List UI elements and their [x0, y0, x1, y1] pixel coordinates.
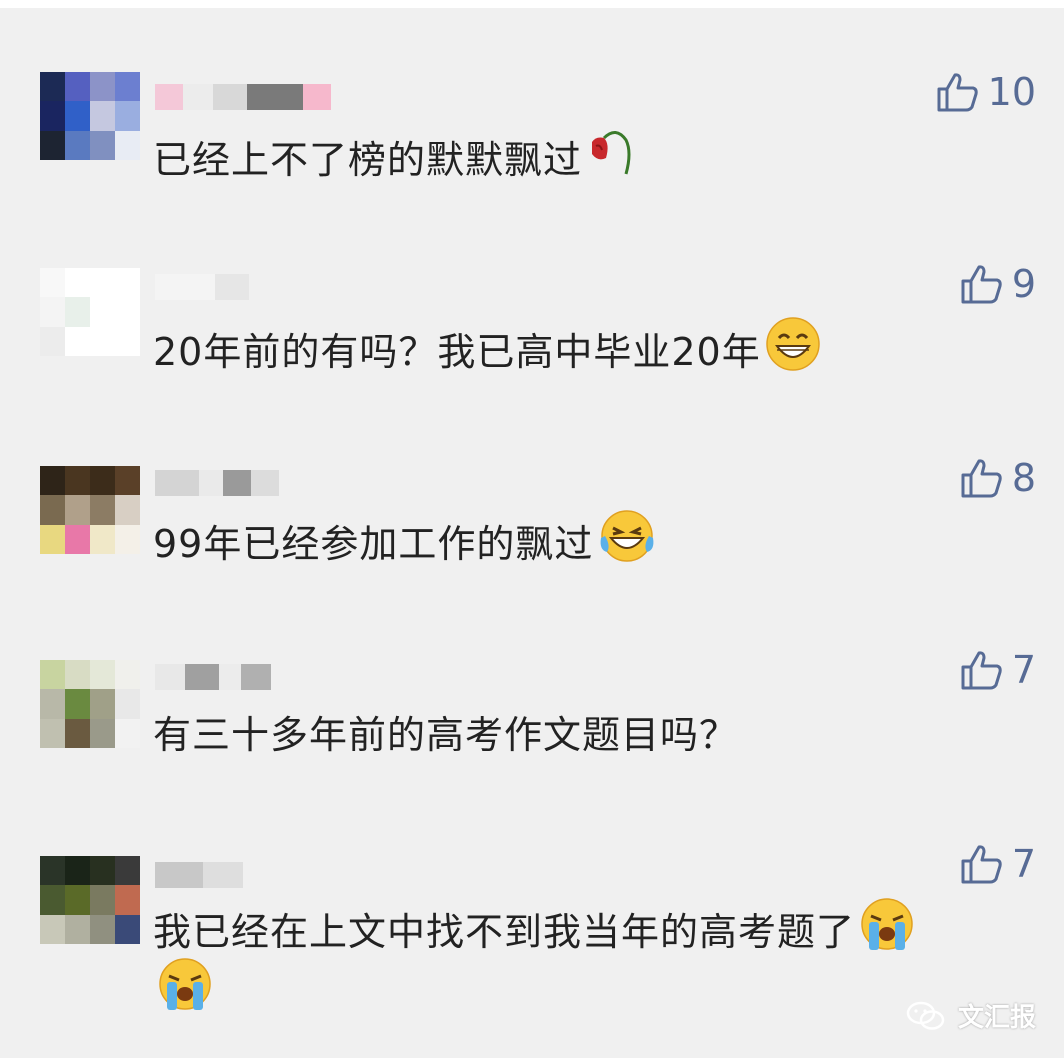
wechat-icon: [906, 1001, 945, 1030]
username-blurred[interactable]: [155, 270, 249, 300]
username-blurred[interactable]: [155, 660, 271, 690]
like-button[interactable]: 7: [960, 842, 1036, 886]
top-border: [0, 0, 1064, 8]
avatar[interactable]: [40, 856, 140, 944]
username-blurred[interactable]: [155, 466, 279, 496]
comment-text: 已经上不了榜的默默飘过: [153, 126, 636, 187]
thumbs-up-icon: [961, 459, 1002, 498]
avatar[interactable]: [40, 660, 140, 748]
thumbs-up-icon: [937, 73, 978, 112]
like-button[interactable]: 7: [960, 648, 1036, 692]
avatar[interactable]: [40, 268, 140, 356]
watermark-label: 文汇报: [957, 1003, 1036, 1033]
comment-text: 20年前的有吗？我已高中毕业20年: [153, 316, 821, 381]
like-count: 8: [1011, 456, 1036, 500]
avatar[interactable]: [40, 72, 140, 160]
watermark: 文汇报: [906, 997, 1036, 1034]
loudly-crying-icon: [157, 956, 213, 1016]
wilted-rose-icon: [586, 126, 636, 187]
thumbs-up-icon: [961, 265, 1002, 304]
like-count: 9: [1011, 262, 1036, 306]
like-button[interactable]: 10: [936, 70, 1036, 114]
like-count: 7: [1011, 648, 1036, 692]
username-blurred[interactable]: [155, 80, 331, 110]
tears-of-joy-icon: [597, 508, 657, 573]
like-button[interactable]: 9: [960, 262, 1036, 306]
avatar[interactable]: [40, 466, 140, 554]
comment-text: 我已经在上文中找不到我当年的高考题了: [153, 896, 915, 961]
username-blurred[interactable]: [155, 858, 243, 888]
comment-text: 99年已经参加工作的飘过: [153, 508, 657, 573]
thumbs-up-icon: [961, 651, 1002, 690]
like-count: 7: [1011, 842, 1036, 886]
loudly-crying-icon: [859, 896, 915, 961]
comment-text: 有三十多年前的高考作文题目吗？: [153, 713, 739, 757]
like-count: 10: [987, 70, 1036, 114]
bottom-border: [0, 1058, 1064, 1062]
thumbs-up-icon: [961, 845, 1002, 884]
grinning-face-icon: [765, 316, 821, 381]
like-button[interactable]: 8: [960, 456, 1036, 500]
